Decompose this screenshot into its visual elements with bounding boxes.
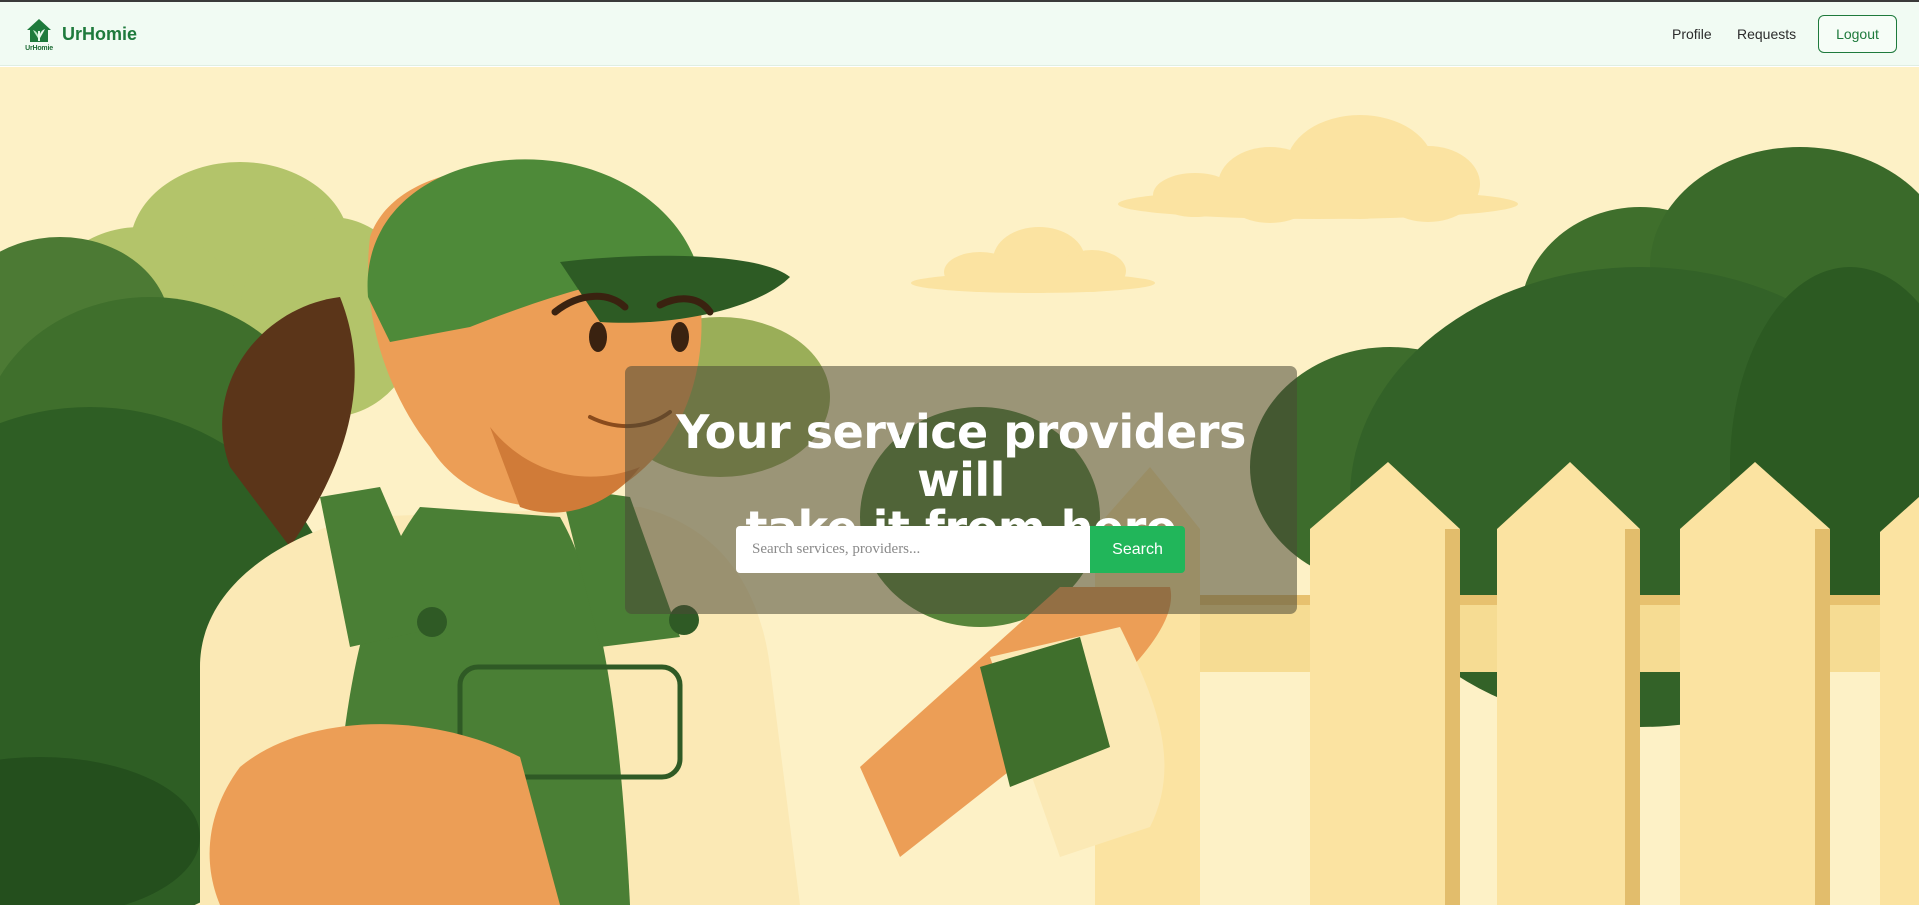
brand[interactable]: UrHomie UrHomie <box>22 16 137 52</box>
nav-link-profile[interactable]: Profile <box>1672 26 1712 42</box>
navbar: UrHomie UrHomie Profile Requests Logout <box>0 2 1919 66</box>
hero-section: Your service providers will take it from… <box>0 67 1919 905</box>
brand-name[interactable]: UrHomie <box>62 24 137 45</box>
house-leaf-icon: UrHomie <box>22 16 56 52</box>
nav-link-requests[interactable]: Requests <box>1737 26 1796 42</box>
logout-button[interactable]: Logout <box>1818 15 1897 53</box>
hero-title-line-1: Your service providers will <box>676 405 1246 507</box>
search-button[interactable]: Search <box>1090 526 1185 573</box>
search-input[interactable] <box>736 526 1090 573</box>
hero-search-card: Your service providers will take it from… <box>625 366 1297 614</box>
logo-caption: UrHomie <box>25 45 53 52</box>
